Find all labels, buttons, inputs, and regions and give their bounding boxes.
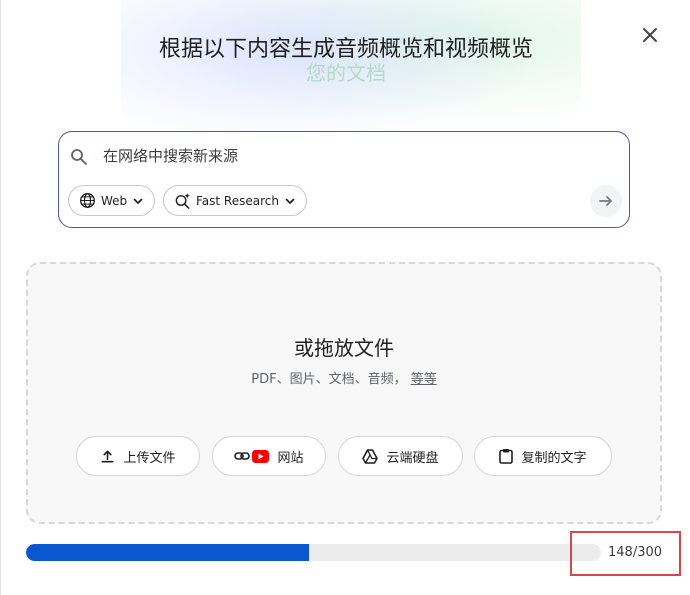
clipboard-icon bbox=[499, 449, 514, 464]
globe-icon bbox=[80, 193, 95, 208]
drive-icon bbox=[362, 448, 379, 464]
paste-text-button[interactable]: 复制的文字 bbox=[474, 436, 612, 476]
add-sources-dialog: 根据以下内容生成音频概览和视频概览 您的文档 Web bbox=[0, 0, 690, 595]
youtube-icon bbox=[252, 449, 270, 463]
source-limit-progress-fill bbox=[26, 544, 310, 561]
dialog-subtitle: 您的文档 bbox=[306, 61, 386, 85]
upload-file-label: 上传文件 bbox=[123, 450, 176, 466]
source-type-dropdown[interactable]: Web bbox=[68, 185, 156, 216]
close-icon bbox=[643, 28, 657, 42]
drop-zone-subtitle: PDF、图片、文档、音频， 等等 bbox=[28, 368, 660, 387]
upload-icon bbox=[102, 450, 114, 462]
supported-types-text: PDF、图片、文档、音频， bbox=[251, 372, 407, 387]
arrow-right-icon bbox=[599, 196, 612, 206]
web-search-box: Web Fast Research bbox=[58, 131, 630, 228]
chip-label-research: Fast Research bbox=[196, 193, 279, 208]
upload-file-button[interactable]: 上传文件 bbox=[76, 436, 200, 476]
research-mode-dropdown[interactable]: Fast Research bbox=[163, 185, 307, 216]
chevron-down-icon bbox=[133, 198, 143, 204]
link-icon bbox=[234, 452, 251, 460]
submit-search-button[interactable] bbox=[590, 185, 622, 217]
website-button[interactable]: 网站 bbox=[212, 436, 326, 476]
drop-zone-title: 或拖放文件 bbox=[294, 336, 394, 360]
chip-label-web: Web bbox=[101, 193, 128, 208]
search-input[interactable] bbox=[103, 144, 573, 168]
paste-text-label: 复制的文字 bbox=[521, 450, 587, 466]
chevron-down-icon bbox=[285, 198, 295, 204]
file-drop-zone[interactable]: 或拖放文件 PDF、图片、文档、音频， 等等 上传文件 网站 云端硬盘 复制的文… bbox=[26, 262, 662, 524]
close-button[interactable] bbox=[637, 22, 663, 48]
source-limit-progress-bar bbox=[26, 544, 601, 561]
website-label: 网站 bbox=[277, 450, 304, 466]
sparkle-search-icon bbox=[175, 192, 191, 209]
search-icon bbox=[71, 149, 87, 165]
source-limit-count: 148/300 bbox=[608, 545, 663, 560]
google-drive-button[interactable]: 云端硬盘 bbox=[338, 436, 463, 476]
google-drive-label: 云端硬盘 bbox=[386, 450, 439, 466]
more-types-link[interactable]: 等等 bbox=[411, 372, 437, 387]
